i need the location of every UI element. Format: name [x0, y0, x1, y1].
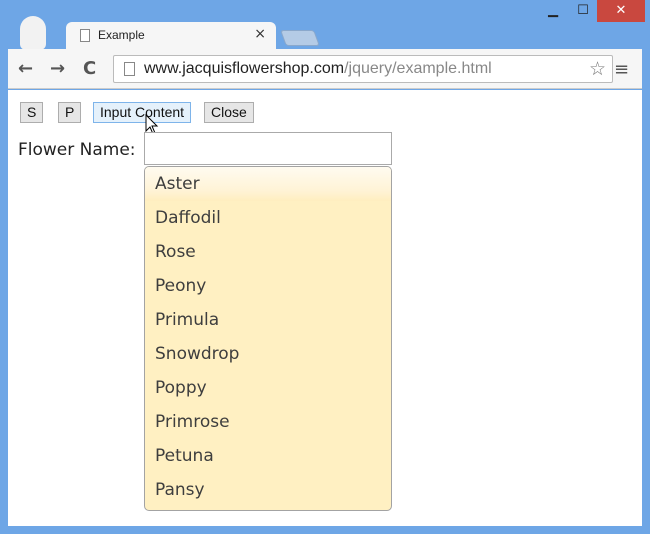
- s-button[interactable]: S: [20, 102, 44, 123]
- new-tab-button[interactable]: [280, 30, 320, 46]
- bookmark-star-icon[interactable]: ☆: [589, 58, 606, 80]
- autocomplete-item[interactable]: Peony: [145, 269, 391, 303]
- p-button[interactable]: P: [58, 102, 82, 123]
- autocomplete-item[interactable]: Primrose: [145, 405, 391, 439]
- autocomplete-item[interactable]: Snowdrop: [145, 337, 391, 371]
- autocomplete-item[interactable]: Petuna: [145, 439, 391, 473]
- autocomplete-item[interactable]: Rose: [145, 235, 391, 269]
- autocomplete-list: Aster Daffodil Rose Peony Primula Snowdrop Pop…: [144, 166, 392, 511]
- flower-name-input[interactable]: [144, 132, 392, 165]
- back-icon[interactable]: ←: [18, 58, 33, 79]
- menu-icon[interactable]: ≡: [614, 59, 629, 80]
- autocomplete-item[interactable]: Primula: [145, 303, 391, 337]
- close-window-button[interactable]: ✕: [597, 0, 645, 22]
- input-content-button[interactable]: Input Content: [93, 102, 192, 123]
- forward-icon[interactable]: →: [50, 58, 65, 79]
- minimize-button[interactable]: ▁: [542, 0, 564, 22]
- autocomplete-item[interactable]: Pansy: [145, 473, 391, 507]
- tab-example[interactable]: Example ×: [66, 22, 276, 50]
- close-button[interactable]: Close: [204, 102, 254, 123]
- page-icon: [80, 29, 90, 42]
- maximize-button[interactable]: ☐: [572, 0, 594, 22]
- address-bar[interactable]: www.jacquisflowershop.com/jquery/example…: [113, 55, 613, 83]
- url-path: /jquery/example.html: [344, 60, 492, 77]
- reload-icon[interactable]: C: [83, 58, 96, 79]
- page-icon: [124, 62, 135, 76]
- autocomplete-item[interactable]: Poppy: [145, 371, 391, 405]
- tab-close-icon[interactable]: ×: [254, 26, 266, 42]
- profile-avatar-icon[interactable]: [20, 16, 46, 50]
- browser-toolbar: ← → C www.jacquisflowershop.com/jquery/e…: [8, 49, 642, 89]
- flower-name-label: Flower Name:: [18, 140, 136, 160]
- autocomplete-item[interactable]: Daffodil: [145, 201, 391, 235]
- autocomplete-item[interactable]: Aster: [145, 167, 391, 201]
- tab-title: Example: [98, 28, 145, 42]
- page-content: S P Input Content Close Flower Name: Ast…: [8, 90, 642, 526]
- url-host: www.jacquisflowershop.com: [144, 60, 345, 77]
